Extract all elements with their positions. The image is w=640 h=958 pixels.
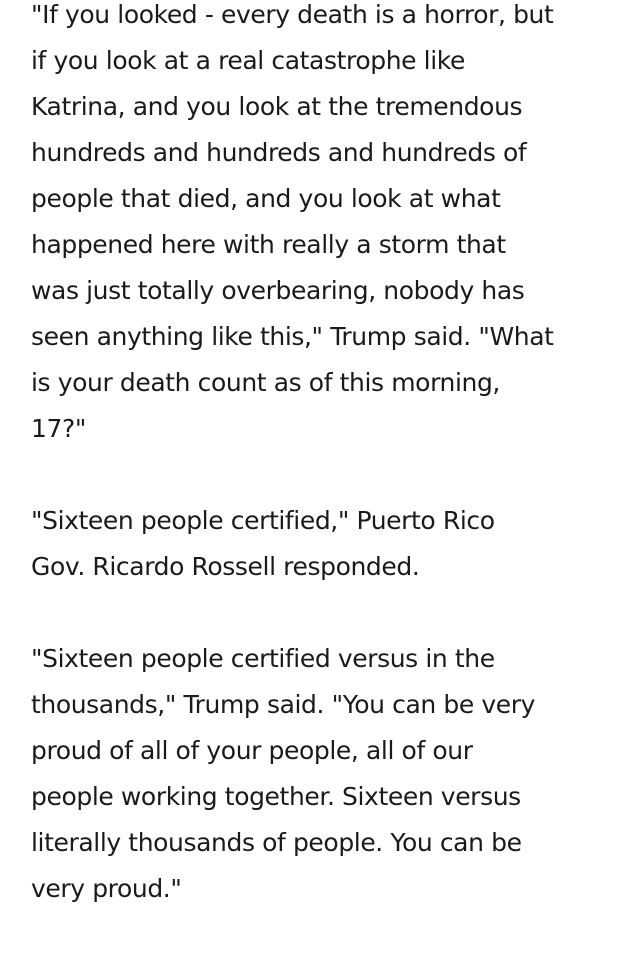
- text-line: "Sixteen people certified versus in the: [31, 644, 495, 673]
- text-line: "If you looked - every death is a horror…: [31, 0, 554, 29]
- text-line: people working together. Sixteen versus: [31, 782, 521, 811]
- text-line: seen anything like this," Trump said. "W…: [31, 322, 554, 351]
- text-line: "Sixteen people certified," Puerto Rico: [31, 506, 495, 535]
- paragraph-governor-response: "Sixteen people certified," Puerto Rico …: [31, 498, 621, 590]
- text-line: happened here with really a storm that: [31, 230, 506, 259]
- text-line: if you look at a real catastrophe like: [31, 46, 465, 75]
- paragraph-trump-reply: "Sixteen people certified versus in the …: [31, 636, 621, 912]
- text-line: 17?": [31, 414, 86, 443]
- text-line: thousands," Trump said. "You can be very: [31, 690, 536, 719]
- text-line: Katrina, and you look at the tremendous: [31, 92, 523, 121]
- text-line: hundreds and hundreds and hundreds of: [31, 138, 527, 167]
- article-body: "If you looked - every death is a horror…: [31, 0, 621, 958]
- text-line: people that died, and you look at what: [31, 184, 501, 213]
- text-line: literally thousands of people. You can b…: [31, 828, 522, 857]
- paragraph-trump-quote: "If you looked - every death is a horror…: [31, 0, 621, 452]
- text-line: is your death count as of this morning,: [31, 368, 500, 397]
- text-line: proud of all of your people, all of our: [31, 736, 473, 765]
- text-line: was just totally overbearing, nobody has: [31, 276, 525, 305]
- text-line: Gov. Ricardo Rossell responded.: [31, 552, 420, 581]
- text-line: very proud.": [31, 874, 182, 903]
